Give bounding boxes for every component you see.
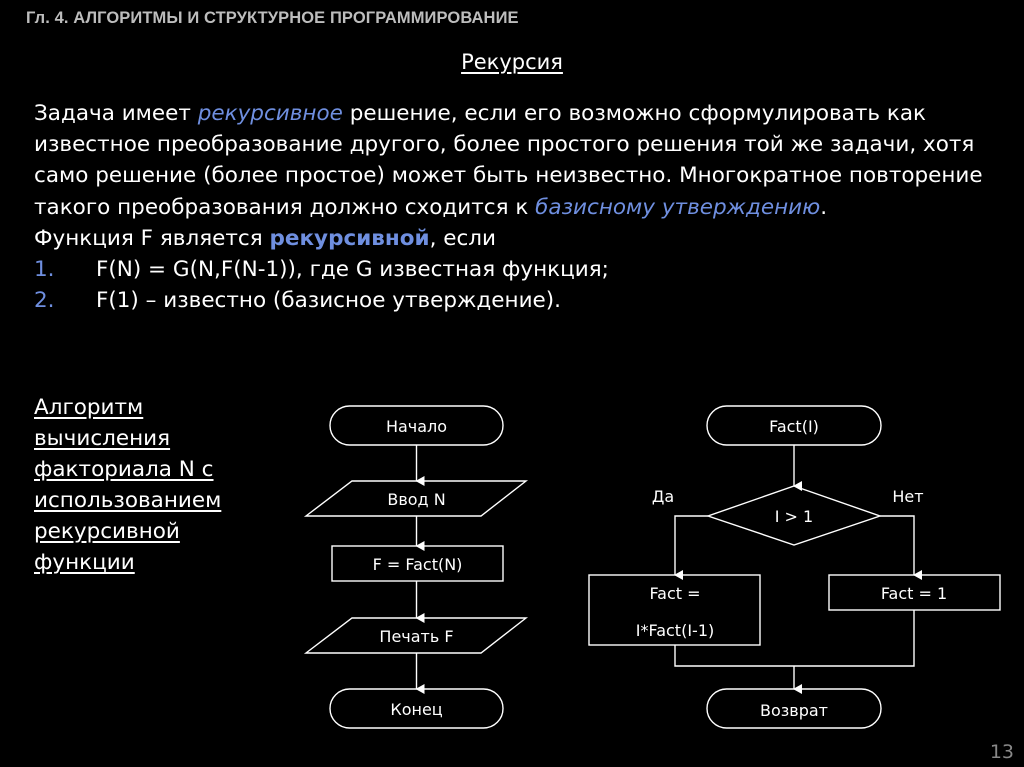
- main-start-label: Начало: [386, 417, 447, 436]
- main-end-label: Конец: [390, 700, 442, 719]
- yes-process-label-1: Fact =: [649, 584, 700, 603]
- yes-label: Да: [652, 487, 674, 506]
- no-process-label: Fact = 1: [881, 584, 947, 603]
- yes-branch-line: [674, 515, 708, 580]
- no-branch-line: [880, 515, 922, 580]
- no-label: Нет: [892, 487, 923, 506]
- main-process-label: F = Fact(N): [373, 555, 463, 574]
- condition-label: I > 1: [775, 507, 813, 526]
- yes-process-label-2: I*Fact(I-1): [636, 621, 714, 640]
- main-output-label: Печать F: [379, 627, 453, 646]
- flowcharts: Начало Ввод N F = Fact(N) Печать F Конец…: [303, 405, 1001, 729]
- fact-end-label: Возврат: [760, 701, 828, 720]
- main-input-label: Ввод N: [387, 490, 445, 509]
- page-number: 13: [989, 741, 1014, 763]
- fact-start-label: Fact(I): [769, 417, 819, 436]
